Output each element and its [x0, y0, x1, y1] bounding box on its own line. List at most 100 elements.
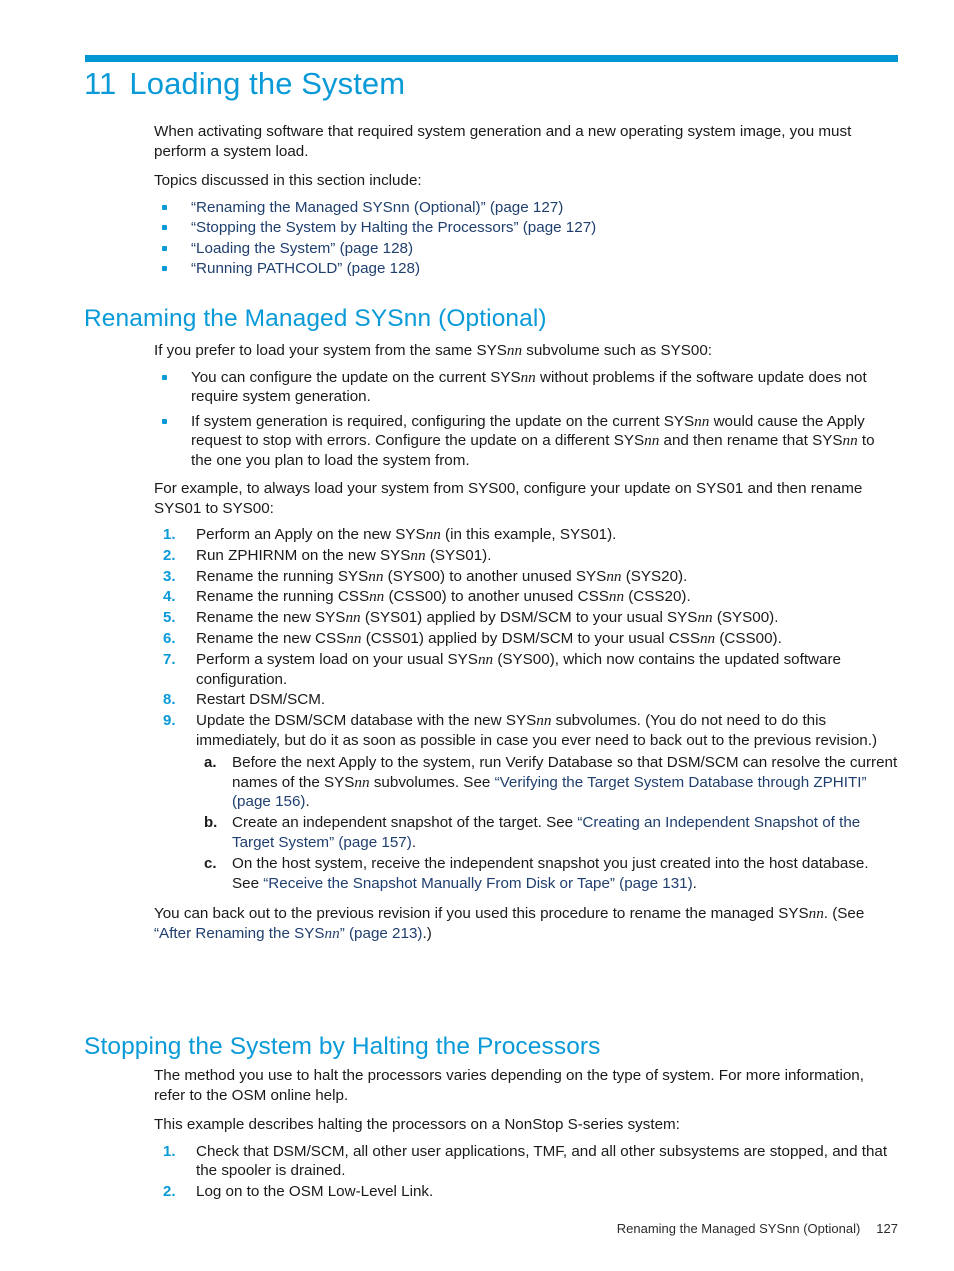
- list-item: Rename the new SYSnn (SYS01) applied by …: [154, 608, 898, 628]
- chapter-title: 11 Loading the System: [84, 66, 405, 102]
- italic-nn: nn: [425, 526, 441, 543]
- list-item: “Loading the System” (page 128): [154, 239, 898, 259]
- intro-paragraph: When activating software that required s…: [154, 123, 852, 160]
- renaming-lead: If you prefer to load your system from t…: [154, 341, 898, 361]
- substep-text-c: .: [305, 793, 310, 811]
- stopping-steps: Check that DSM/SCM, all other user appli…: [154, 1142, 898, 1202]
- step-text-a: Rename the new CSS: [196, 629, 347, 647]
- step-text-c: (CSS20).: [624, 588, 691, 606]
- list-item: Rename the running CSSnn (CSS00) to anot…: [154, 587, 898, 607]
- step-text-b: (CSS00) to another unused CSS: [384, 588, 609, 606]
- step-text-b: (SYS01).: [425, 546, 492, 564]
- italic-nn: nn: [345, 609, 361, 627]
- substep-link[interactable]: “Receive the Snapshot Manually From Disk…: [263, 875, 692, 892]
- step-text-a: Rename the running SYS: [196, 567, 369, 585]
- closing-link-b: ” (page 213): [339, 924, 423, 942]
- italic-nn: nn: [608, 588, 625, 606]
- step-text-a: Rename the new SYS: [196, 609, 346, 627]
- list-item: Rename the running SYSnn (SYS00) to anot…: [154, 567, 898, 587]
- step-text-c: (SYS20).: [621, 567, 688, 585]
- substep-text-a: Create an independent snapshot of the ta…: [232, 814, 578, 832]
- topic-link[interactable]: “Renaming the Managed SYSnn (Optional)” …: [191, 199, 563, 216]
- renaming-lead-a: If you prefer to load your system from t…: [154, 342, 507, 359]
- closing-text-a: You can back out to the previous revisio…: [154, 905, 809, 923]
- list-item: Perform a system load on your usual SYSn…: [154, 650, 898, 690]
- chapter-rule: [85, 55, 898, 62]
- step-text-c: (SYS00).: [712, 609, 779, 627]
- italic-nn: nn: [477, 650, 494, 668]
- stopping-paragraph-2: This example describes halting the proce…: [154, 1116, 680, 1133]
- step-text-a: Perform a system load on your usual SYS: [196, 650, 478, 668]
- step-text-b: (in this example, SYS01).: [440, 526, 617, 543]
- substep-text-c: .: [692, 874, 697, 892]
- topics-lead: Topics discussed in this section include…: [154, 172, 422, 189]
- italic-nn: nn: [520, 368, 536, 386]
- renaming-lead-b: subvolume such as SYS00:: [522, 342, 712, 359]
- list-item: Log on to the OSM Low-Level Link.: [163, 1182, 434, 1202]
- renaming-section-body: If you prefer to load your system from t…: [154, 341, 898, 953]
- list-item: Before the next Apply to the system, run…: [196, 753, 898, 812]
- page-footer: Renaming the Managed SYSnn (Optional) 127: [0, 1221, 898, 1236]
- list-item: “Running PATHCOLD” (page 128): [154, 259, 898, 279]
- italic-nn: nn: [410, 546, 426, 564]
- list-item: You can configure the update on the curr…: [154, 368, 898, 407]
- step-text-b: (SYS01) applied by DSM/SCM to your usual…: [360, 609, 698, 627]
- list-item: Restart DSM/SCM.: [154, 690, 898, 710]
- list-item: On the host system, receive the independ…: [196, 854, 898, 894]
- italic-nn: nn: [644, 432, 660, 449]
- closing-link-a: “After Renaming the SYS: [154, 924, 325, 942]
- step-text-a: Rename the running CSS: [196, 588, 370, 606]
- intro-block: When activating software that required s…: [154, 122, 898, 280]
- step-text-c: (CSS00).: [715, 629, 782, 647]
- step-text-b: (SYS00) to another unused SYS: [383, 567, 607, 585]
- italic-nn: nn: [606, 567, 622, 585]
- topics-list: “Renaming the Managed SYSnn (Optional)” …: [154, 198, 898, 279]
- italic-nn: nn: [842, 432, 858, 449]
- section-heading-renaming: Renaming the Managed SYSnn (Optional): [84, 305, 547, 332]
- list-item: Rename the new CSSnn (CSS01) applied by …: [154, 629, 898, 649]
- list-item: Create an independent snapshot of the ta…: [196, 813, 898, 853]
- example-paragraph: For example, to always load your system …: [154, 480, 863, 517]
- italic-nn: nn: [697, 609, 713, 627]
- renaming-steps: Perform an Apply on the new SYSnn (in th…: [154, 525, 898, 893]
- chapter-title-text: Loading the System: [129, 66, 406, 101]
- step-text-a: Update the DSM/SCM database with the new…: [196, 712, 537, 730]
- bullet-text-c: and then rename that SYS: [659, 432, 843, 449]
- closing-text-c: .): [422, 924, 432, 942]
- list-item: “Renaming the Managed SYSnn (Optional)” …: [154, 198, 898, 218]
- renaming-bullets: You can configure the update on the curr…: [154, 368, 898, 471]
- list-item: Update the DSM/SCM database with the new…: [154, 711, 898, 893]
- list-item: “Stopping the System by Halting the Proc…: [154, 218, 898, 238]
- step-text-a: Restart DSM/SCM.: [196, 691, 326, 709]
- italic-nn: nn: [536, 712, 552, 730]
- section-heading-stopping: Stopping the System by Halting the Proce…: [84, 1033, 601, 1060]
- stopping-paragraph-1: The method you use to halt the processor…: [154, 1067, 864, 1104]
- bullet-text-a: If system generation is required, config…: [191, 412, 695, 430]
- closing-text-b: . (See: [823, 905, 865, 923]
- italic-nn: nn: [368, 567, 384, 585]
- topic-link[interactable]: “Stopping the System by Halting the Proc…: [191, 219, 596, 236]
- topic-link[interactable]: “Loading the System” (page 128): [191, 240, 413, 257]
- document-page: 11 Loading the System When activating sof…: [0, 0, 954, 1271]
- step-text-a: Perform an Apply on the new SYS: [196, 526, 426, 543]
- bullet-text-a: You can configure the update on the curr…: [191, 368, 521, 386]
- italic-nn: nn: [694, 412, 710, 430]
- closing-link[interactable]: “After Renaming the SYSnn” (page 213): [154, 925, 422, 942]
- list-item: If system generation is required, config…: [154, 412, 898, 471]
- italic-nn: nn: [354, 773, 370, 791]
- italic-nn: nn: [808, 905, 824, 923]
- list-item: Perform an Apply on the new SYSnn (in th…: [154, 525, 898, 545]
- italic-nn: nn: [346, 629, 362, 647]
- renaming-substeps: Before the next Apply to the system, run…: [196, 753, 898, 894]
- italic-nn: nn: [324, 924, 340, 942]
- list-item: Check that DSM/SCM, all other user appli…: [163, 1142, 888, 1180]
- step-text-a: Run ZPHIRNM on the new SYS: [196, 546, 411, 564]
- substep-text-b: subvolumes. See: [369, 773, 495, 791]
- chapter-number: 11: [84, 66, 117, 101]
- italic-nn: nn: [369, 588, 385, 606]
- step-text-b: (CSS01) applied by DSM/SCM to your usual…: [361, 629, 700, 647]
- topic-link[interactable]: “Running PATHCOLD” (page 128): [191, 260, 420, 277]
- renaming-closing-paragraph: You can back out to the previous revisio…: [154, 904, 898, 943]
- footer-section-title: Renaming the Managed SYSnn (Optional): [616, 1221, 861, 1236]
- stopping-section-body: The method you use to halt the processor…: [154, 1066, 898, 1203]
